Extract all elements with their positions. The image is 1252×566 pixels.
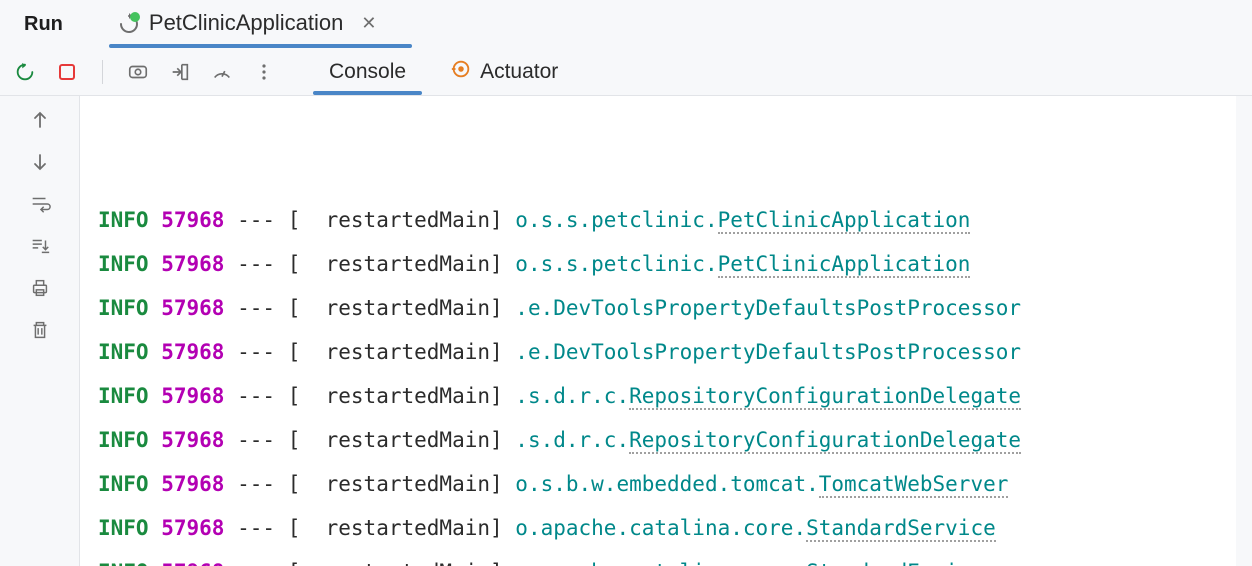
main-area: INFO 57968 --- [ restartedMain] o.s.s.pe… [0, 96, 1252, 566]
arrow-down-icon[interactable] [24, 146, 56, 178]
log-row: INFO 57968 --- [ restartedMain] o.apache… [98, 506, 1252, 550]
trash-icon[interactable] [24, 314, 56, 346]
more-icon[interactable] [249, 57, 279, 87]
log-row: INFO 57968 --- [ restartedMain] o.s.s.pe… [98, 242, 1252, 286]
rerun-button[interactable] [10, 57, 40, 87]
log-row: INFO 57968 --- [ restartedMain] o.s.b.w.… [98, 462, 1252, 506]
close-icon[interactable]: ✕ [361, 13, 376, 34]
tab-console[interactable]: Console [307, 48, 428, 95]
toolbar: Console Actuator [0, 48, 1252, 96]
actuator-icon [450, 58, 472, 86]
rerun-icon [117, 12, 139, 34]
log-row: INFO 57968 --- [ restartedMain] .s.d.r.c… [98, 374, 1252, 418]
run-configuration-tab[interactable]: PetClinicApplication ✕ [117, 10, 377, 38]
tab-actuator-label: Actuator [480, 60, 558, 84]
toolbar-divider [102, 60, 103, 84]
profiler-icon[interactable] [207, 57, 237, 87]
log-row: INFO 57968 --- [ restartedMain] .s.d.r.c… [98, 418, 1252, 462]
console-gutter [0, 96, 80, 566]
arrow-up-icon[interactable] [24, 104, 56, 136]
run-tab-name: PetClinicApplication [149, 10, 343, 36]
output-tabs: Console Actuator [307, 48, 580, 95]
log-row: INFO 57968 --- [ restartedMain] .e.DevTo… [98, 286, 1252, 330]
vertical-scrollbar[interactable] [1236, 96, 1252, 566]
tab-console-label: Console [329, 60, 406, 84]
console-output[interactable]: INFO 57968 --- [ restartedMain] o.s.s.pe… [80, 96, 1252, 566]
log-row: INFO 57968 --- [ restartedMain] .e.DevTo… [98, 330, 1252, 374]
scroll-to-end-icon[interactable] [24, 230, 56, 262]
soft-wrap-icon[interactable] [24, 188, 56, 220]
tab-actuator[interactable]: Actuator [428, 48, 580, 95]
log-row: INFO 57968 --- [ restartedMain] o.s.s.pe… [98, 198, 1252, 242]
run-panel-header: Run PetClinicApplication ✕ [0, 0, 1252, 48]
panel-title: Run [24, 13, 63, 36]
stop-button[interactable] [52, 57, 82, 87]
thread-dump-icon[interactable] [123, 57, 153, 87]
exit-icon[interactable] [165, 57, 195, 87]
log-row: INFO 57968 --- [ restartedMain] o.apache… [98, 550, 1252, 566]
print-icon[interactable] [24, 272, 56, 304]
